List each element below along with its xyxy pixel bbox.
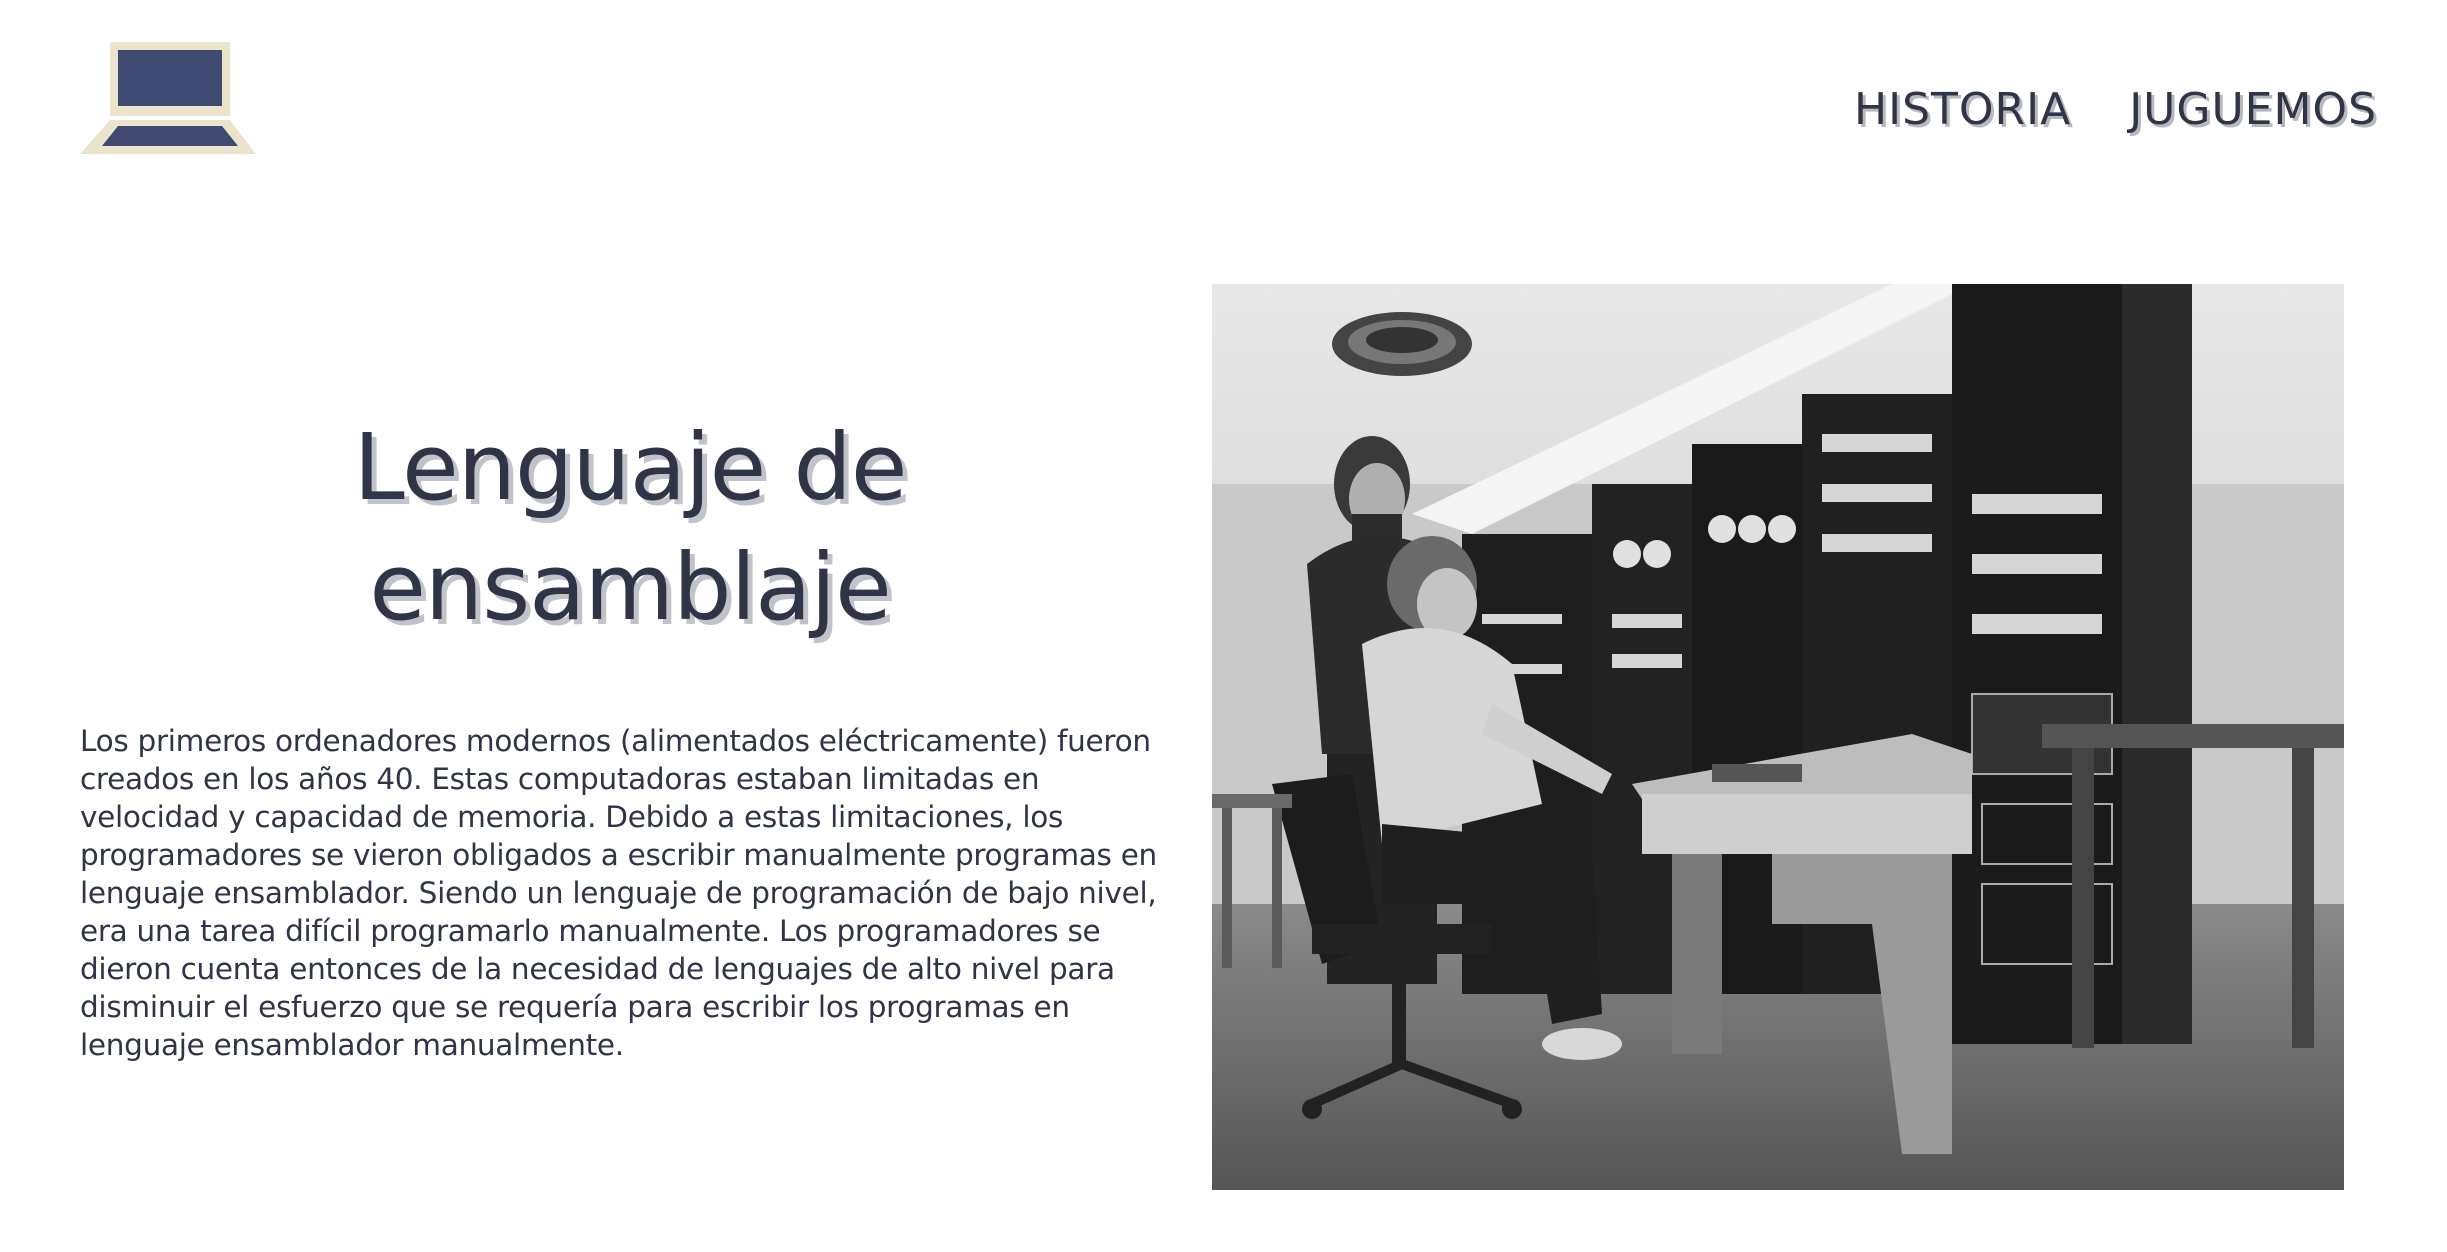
nav-link-juguemos[interactable]: JUGUEMOS [2129,88,2377,132]
main-nav: HISTORIA JUGUEMOS [1854,88,2377,132]
historic-computer-photo-icon [1212,284,2344,1190]
page-title: Lenguaje de ensamblaje [353,414,907,641]
intro-paragraph: Los primeros ordenadores modernos (alime… [80,724,1157,1062]
nav-link-historia[interactable]: HISTORIA [1854,88,2071,132]
historic-computer-photo [1212,284,2344,1190]
site-logo[interactable] [80,38,256,160]
computer-laptop-icon [80,42,256,154]
